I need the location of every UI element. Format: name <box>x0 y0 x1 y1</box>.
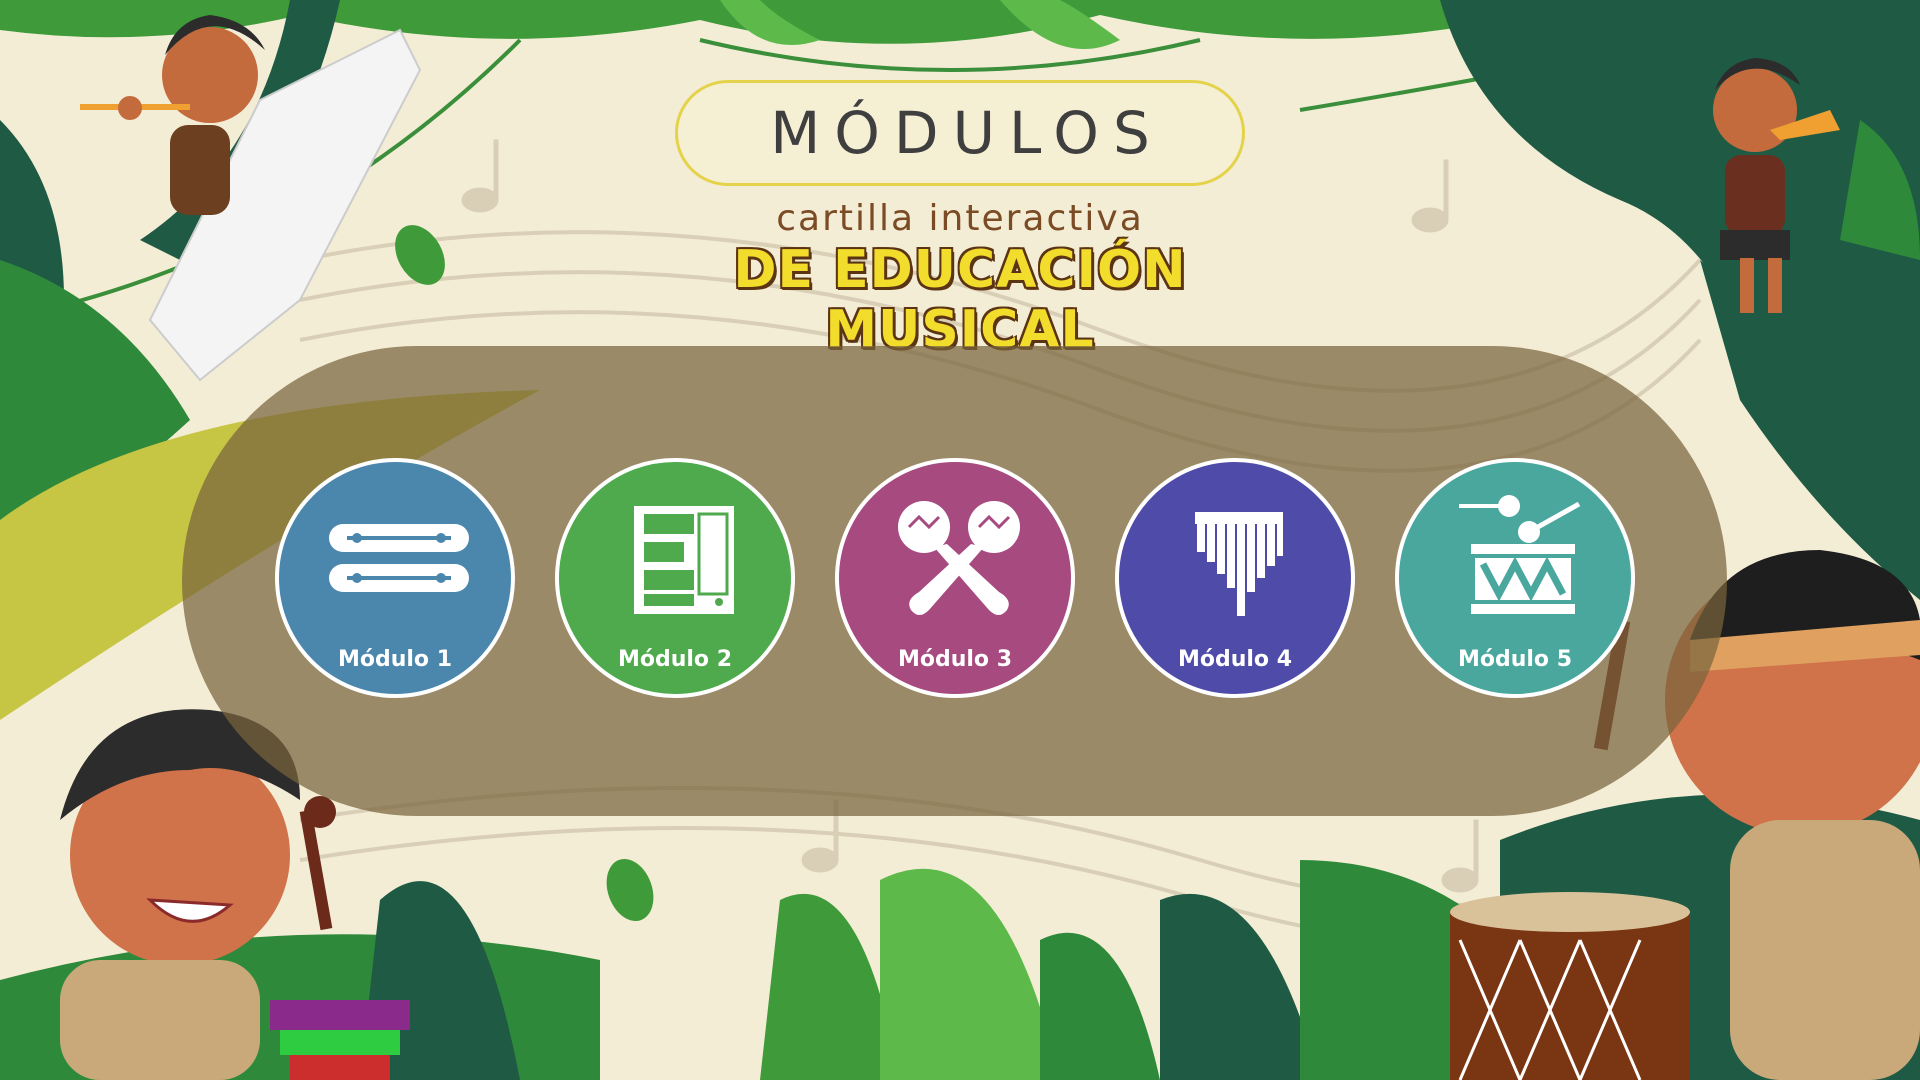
module-label: Módulo 4 <box>1177 647 1293 672</box>
module-3-button[interactable]: Módulo 3 <box>835 458 1075 698</box>
page-title: MÓDULOS <box>770 99 1164 167</box>
piano-keys-icon <box>634 506 734 614</box>
module-label: Módulo 1 <box>337 647 453 672</box>
flute-player-character <box>80 15 422 382</box>
title-pill: MÓDULOS <box>675 80 1245 186</box>
xylophone-bars-icon <box>329 524 469 592</box>
drum-icon <box>1459 495 1581 614</box>
small-leaf <box>606 859 654 921</box>
module-label: Módulo 3 <box>897 647 1013 672</box>
page-subtitle: cartilla interactiva <box>776 198 1144 239</box>
small-leaf <box>395 225 445 285</box>
page-headline: DE EDUCACIÓN MUSICAL <box>733 240 1187 360</box>
module-5-button[interactable]: Módulo 5 <box>1395 458 1635 698</box>
module-label: Módulo 5 <box>1457 647 1573 672</box>
pan-flute-icon <box>1195 512 1283 616</box>
modules-row: Módulo 1 Módulo 2 Módulo 3 Módulo 4 Módu… <box>275 458 1645 704</box>
maracas-icon <box>898 501 1020 615</box>
module-2-button[interactable]: Módulo 2 <box>555 458 795 698</box>
module-1-button[interactable]: Módulo 1 <box>275 458 515 698</box>
module-label: Módulo 2 <box>617 647 733 672</box>
module-4-button[interactable]: Módulo 4 <box>1115 458 1355 698</box>
